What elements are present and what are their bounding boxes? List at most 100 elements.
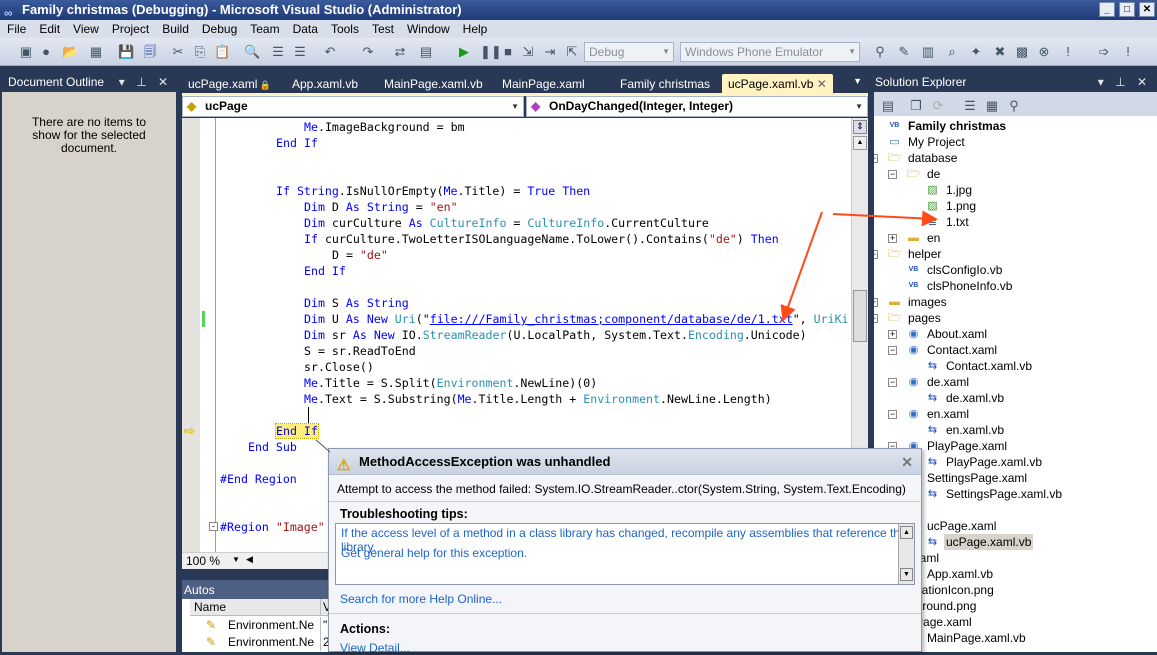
minimize-button[interactable]: _ bbox=[1099, 2, 1115, 17]
paste-icon[interactable]: 📋 bbox=[214, 44, 230, 60]
pause-icon[interactable]: ❚❚ bbox=[480, 44, 502, 60]
expand-icon[interactable]: + bbox=[874, 298, 878, 307]
zoom-dropdown-icon[interactable]: ▼ bbox=[232, 555, 240, 564]
save-icon[interactable]: 💾 bbox=[118, 44, 134, 60]
zoom-combo[interactable]: 100 % bbox=[186, 554, 220, 568]
object-browser-icon[interactable]: ✦ bbox=[968, 44, 984, 60]
search-help-link[interactable]: Search for more Help Online... bbox=[340, 592, 502, 606]
menu-data[interactable]: Data bbox=[286, 20, 324, 38]
toolbox-icon[interactable]: ▩ bbox=[1014, 44, 1030, 60]
tree-item-en-xaml[interactable]: − ◉ en.xaml bbox=[874, 406, 1157, 422]
tools-icon[interactable]: ✖ bbox=[992, 44, 1008, 60]
maximize-button[interactable]: □ bbox=[1119, 2, 1135, 17]
copy-icon[interactable]: ⎘ bbox=[192, 44, 208, 60]
tree-item-pages[interactable]: −🗁 pages bbox=[874, 310, 1157, 326]
menu-tools[interactable]: Tools bbox=[324, 20, 365, 38]
column-name[interactable]: Name bbox=[194, 599, 226, 616]
tab-mainpage-xaml[interactable]: MainPage.xaml bbox=[496, 74, 591, 94]
code-line[interactable]: End Sub bbox=[248, 439, 297, 455]
collapse-icon[interactable]: − bbox=[874, 250, 878, 259]
find-icon[interactable]: 🔍 bbox=[244, 44, 260, 60]
menu-debug[interactable]: Debug bbox=[195, 20, 243, 38]
tree-item-images[interactable]: + ▬ images bbox=[874, 294, 1157, 310]
tree-item-1-txt[interactable]: ≣ 1.txt bbox=[874, 214, 1157, 230]
menu-help[interactable]: Help bbox=[456, 20, 494, 38]
immediate-icon[interactable]: ! bbox=[1120, 44, 1136, 60]
code-line[interactable]: Dim D As String = "en" bbox=[304, 199, 458, 215]
code-line[interactable]: #Region "Image" bbox=[220, 519, 325, 535]
step-out-icon[interactable]: ⇱ bbox=[564, 44, 580, 60]
code-line[interactable]: #End Region bbox=[220, 471, 297, 487]
view-designer-icon[interactable]: ▦ bbox=[984, 98, 1000, 114]
collapse-icon[interactable]: − bbox=[888, 170, 897, 179]
collapse-icon[interactable]: − bbox=[874, 314, 878, 323]
panel-controls[interactable]: ▾ ⊥ ✕ bbox=[1098, 72, 1151, 92]
menu-file[interactable]: File bbox=[0, 20, 32, 38]
menu-view[interactable]: View bbox=[66, 20, 105, 38]
scroll-up-button[interactable]: ▲ bbox=[853, 136, 867, 150]
performance-icon[interactable]: ▥ bbox=[920, 44, 936, 60]
add-icon[interactable]: ▦ bbox=[88, 44, 104, 60]
collapse-icon[interactable]: − bbox=[888, 346, 897, 355]
debug-window-icon[interactable]: ⚲ bbox=[872, 44, 888, 60]
close-icon[interactable]: ✕ bbox=[901, 449, 913, 475]
expand-icon[interactable]: + bbox=[888, 330, 897, 339]
tree-item-clsconfigio-vb[interactable]: VB clsConfigIo.vb bbox=[874, 262, 1157, 278]
scroll-thumb[interactable] bbox=[853, 290, 867, 342]
step-over-icon[interactable]: ⇥ bbox=[542, 44, 558, 60]
tips-scrollbar[interactable]: ▲ ▼ bbox=[898, 524, 914, 584]
panel-controls[interactable]: ▾ ⊥ ✕ bbox=[119, 72, 172, 92]
attach-icon[interactable]: ✎ bbox=[896, 44, 912, 60]
cut-icon[interactable]: ✂ bbox=[170, 44, 186, 60]
tree-item-database[interactable]: −🗁 database bbox=[874, 150, 1157, 166]
code-line[interactable]: Dim curCulture As CultureInfo = CultureI… bbox=[304, 215, 709, 231]
scroll-left-button[interactable]: ◀ bbox=[246, 554, 253, 565]
breakpoints-icon[interactable]: ! bbox=[1060, 44, 1076, 60]
tree-item-en-xaml-vb[interactable]: ⇆ en.xaml.vb bbox=[874, 422, 1157, 438]
start-icon[interactable]: ▶ bbox=[456, 44, 472, 60]
code-line[interactable]: Me.Title = S.Split(Environment.NewLine)(… bbox=[304, 375, 597, 391]
autos-row[interactable]: ✎ Environment.Ne " bbox=[190, 617, 330, 634]
tab-overflow-icon[interactable]: ▼ bbox=[853, 76, 862, 86]
refresh-icon[interactable]: ⟳ bbox=[930, 98, 946, 114]
tree-item-helper[interactable]: −🗁 helper bbox=[874, 246, 1157, 262]
tree-item-about-xaml[interactable]: + ◉ About.xaml bbox=[874, 326, 1157, 342]
tab-ucpage-xaml[interactable]: ucPage.xaml 🔒 bbox=[182, 74, 277, 94]
tree-item-de-xaml-vb[interactable]: ⇆ de.xaml.vb bbox=[874, 390, 1157, 406]
tree-item-contact-xaml-vb[interactable]: ⇆ Contact.xaml.vb bbox=[874, 358, 1157, 374]
stop-icon[interactable]: ■ bbox=[500, 44, 516, 60]
close-button[interactable]: ✕ bbox=[1139, 2, 1155, 17]
collapse-icon[interactable]: − bbox=[888, 378, 897, 387]
code-line[interactable]: If String.IsNullOrEmpty(Me.Title) = True… bbox=[276, 183, 590, 199]
code-line[interactable]: sr.Close() bbox=[304, 359, 374, 375]
menu-edit[interactable]: Edit bbox=[32, 20, 66, 38]
code-line[interactable]: Dim sr As New IO.StreamReader(U.LocalPat… bbox=[304, 327, 807, 343]
menu-window[interactable]: Window bbox=[400, 20, 456, 38]
collapse-icon[interactable]: − bbox=[888, 410, 897, 419]
show-next-statement-icon[interactable]: ➩ bbox=[1096, 44, 1112, 60]
comment-icon[interactable]: ☰ bbox=[270, 44, 286, 60]
class-diagram-icon[interactable]: ⚲ bbox=[1006, 98, 1022, 114]
code-line[interactable]: If curCulture.TwoLetterISOLanguageName.T… bbox=[304, 231, 779, 247]
collapse-region-icon[interactable]: - bbox=[209, 522, 218, 531]
code-line[interactable]: Dim U As New Uri("file:///Family_christm… bbox=[304, 311, 849, 327]
tree-item-clsphoneinfo-vb[interactable]: VB clsPhoneInfo.vb bbox=[874, 278, 1157, 294]
find-symbol-icon[interactable]: ⌕ bbox=[944, 44, 960, 60]
show-all-files-icon[interactable]: ❐ bbox=[908, 98, 924, 114]
expand-icon[interactable]: + bbox=[888, 234, 897, 243]
view-detail-link[interactable]: View Detail... bbox=[340, 641, 410, 655]
split-icon[interactable]: ⇕ bbox=[853, 120, 867, 134]
code-line[interactable]: End If bbox=[304, 263, 346, 279]
code-line[interactable]: Me.ImageBackground = bm bbox=[304, 119, 465, 135]
properties-icon[interactable]: ▤ bbox=[880, 98, 896, 114]
tree-item-en[interactable]: + ▬ en bbox=[874, 230, 1157, 246]
uncomment-icon[interactable]: ☰ bbox=[292, 44, 308, 60]
redo-icon[interactable]: ↷ bbox=[360, 44, 376, 60]
close-tab-icon[interactable]: ✕ bbox=[813, 77, 827, 91]
class-combo[interactable]: ◆ ucPage ▼ bbox=[182, 96, 524, 117]
tree-item-my-project[interactable]: ▭ My Project bbox=[874, 134, 1157, 150]
configuration-combo[interactable]: Debug ▼ bbox=[584, 42, 674, 62]
undo-icon[interactable]: ↶ bbox=[322, 44, 338, 60]
step-into-icon[interactable]: ⇲ bbox=[520, 44, 536, 60]
autos-row[interactable]: ✎ Environment.Ne 2 bbox=[190, 634, 330, 651]
